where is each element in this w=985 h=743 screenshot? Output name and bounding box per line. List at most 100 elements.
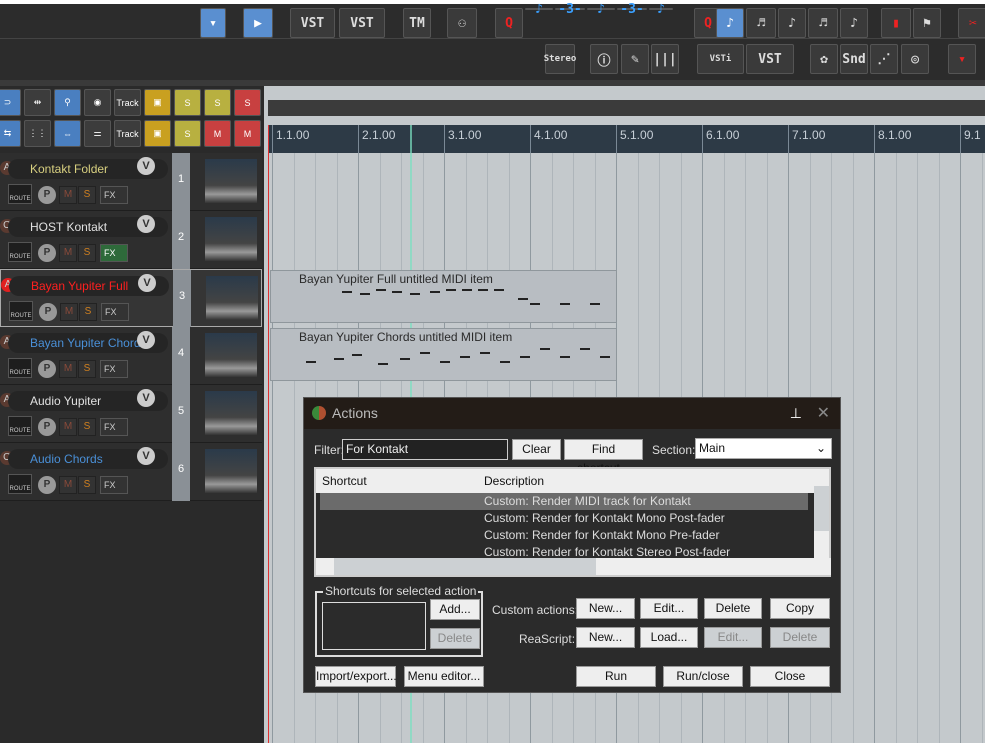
- fx-button[interactable]: FX: [100, 418, 128, 436]
- volume-knob[interactable]: V: [137, 331, 155, 349]
- solo-button[interactable]: S: [78, 476, 96, 494]
- column-description[interactable]: Description: [484, 474, 544, 488]
- track-row[interactable]: A Kontakt Folder V ROUTE P M S FX 1: [0, 153, 262, 211]
- custom-delete-button[interactable]: Delete: [704, 598, 762, 619]
- volume-knob[interactable]: V: [137, 157, 155, 175]
- solo-button[interactable]: S: [78, 186, 96, 204]
- custom-copy-button[interactable]: Copy: [770, 598, 830, 619]
- track-icon-image[interactable]: [205, 159, 257, 203]
- solo-button[interactable]: S: [78, 244, 96, 262]
- menu-editor-button[interactable]: Menu editor...: [404, 666, 484, 687]
- walk-icon[interactable]: ⚇: [447, 8, 477, 38]
- track-row[interactable]: O Audio Chords V ROUTE P M S FX 6: [0, 443, 262, 501]
- mute-button[interactable]: M: [59, 476, 77, 494]
- triplet-grid-icon[interactable]: ♬: [746, 8, 776, 38]
- import-export-button[interactable]: Import/export...: [315, 666, 397, 687]
- run-close-button[interactable]: Run/close: [663, 666, 743, 687]
- reascript-edit-button[interactable]: Edit...: [704, 627, 762, 648]
- pan-knob[interactable]: P: [38, 476, 56, 494]
- figure-icon[interactable]: ⚑: [913, 8, 941, 38]
- mute-button[interactable]: M: [60, 303, 78, 321]
- list-item[interactable]: Custom: Render for Kontakt Mono Pre-fade…: [320, 527, 808, 544]
- tcp-button[interactable]: ⇔: [54, 120, 81, 147]
- track-icon-image[interactable]: [205, 449, 257, 493]
- vsti-add-icon[interactable]: VSTi: [697, 44, 744, 74]
- run-button[interactable]: Run: [576, 666, 656, 687]
- tcp-button[interactable]: ⚲: [54, 89, 81, 116]
- close-icon[interactable]: ✕: [817, 398, 830, 429]
- chip-info-icon[interactable]: ⓘ: [590, 44, 618, 74]
- add-shortcut-button[interactable]: Add...: [430, 599, 480, 620]
- route-button[interactable]: ROUTE: [8, 358, 32, 378]
- track-row[interactable]: A Audio Yupiter V ROUTE P M S FX 5: [0, 385, 262, 443]
- route-button[interactable]: ROUTE: [8, 474, 32, 494]
- tcp-button[interactable]: ⋮⋮: [24, 120, 51, 147]
- snd-eye-icon[interactable]: Snd: [840, 44, 868, 74]
- track-row[interactable]: A Bayan Yupiter Chords V ROUTE P M S FX 4: [0, 327, 262, 385]
- note-grid-icon[interactable]: ♪: [716, 8, 744, 38]
- mute-button[interactable]: M: [59, 244, 77, 262]
- solo-button[interactable]: S: [78, 360, 96, 378]
- reascript-delete-button[interactable]: Delete: [770, 627, 830, 648]
- fx-button[interactable]: FX: [101, 303, 129, 321]
- track-row[interactable]: A Bayan Yupiter Full V ROUTE P M S FX 3: [0, 269, 262, 328]
- midi-item[interactable]: Bayan Yupiter Chords untitled MIDI item: [270, 328, 617, 381]
- note-eighth-icon[interactable]: ♪: [587, 2, 615, 17]
- tcp-button[interactable]: Track: [114, 89, 141, 116]
- note-grid-icon[interactable]: ♪: [840, 8, 868, 38]
- meter-icon[interactable]: ▮: [881, 8, 911, 38]
- tcp-button[interactable]: S: [174, 89, 201, 116]
- pan-knob[interactable]: P: [38, 418, 56, 436]
- quantize-icon[interactable]: Q: [495, 8, 523, 38]
- nodes-icon[interactable]: ⋰: [870, 44, 898, 74]
- shortcuts-box[interactable]: [322, 602, 426, 650]
- track-icon-image[interactable]: [206, 276, 258, 320]
- tcp-button[interactable]: ⇹: [24, 89, 51, 116]
- volume-knob[interactable]: V: [137, 215, 155, 233]
- tcp-button[interactable]: ◉: [84, 89, 111, 116]
- tm-icon[interactable]: TM: [403, 8, 431, 38]
- pan-knob[interactable]: P: [38, 186, 56, 204]
- stereo-icon[interactable]: Stereo: [544, 44, 576, 74]
- list-item[interactable]: Custom: Render MIDI track for Kontakt: [320, 493, 808, 510]
- note-grid-icon[interactable]: ♪: [778, 8, 806, 38]
- track-icon-image[interactable]: [205, 217, 257, 261]
- list-item[interactable]: Custom: Render for Kontakt Mono Post-fad…: [320, 510, 808, 527]
- mute-button[interactable]: M: [59, 186, 77, 204]
- dialog-titlebar[interactable]: Actions ⊥ ✕: [304, 398, 840, 429]
- vertical-scrollbar[interactable]: [814, 469, 829, 561]
- note-eighth-icon[interactable]: ♪: [525, 2, 553, 17]
- clapper-icon[interactable]: ▶: [243, 8, 273, 38]
- tcp-button[interactable]: M: [204, 120, 231, 147]
- reascript-new-button[interactable]: New...: [576, 627, 635, 648]
- timeline-ruler[interactable]: 1.1.00 2.1.00 3.1.00 4.1.00 5.1.00 6.1.00 7.1.…: [268, 125, 985, 153]
- custom-new-button[interactable]: New...: [576, 598, 635, 619]
- route-button[interactable]: ROUTE: [8, 416, 32, 436]
- solo-button[interactable]: S: [79, 303, 97, 321]
- quill-icon[interactable]: ✎: [621, 44, 649, 74]
- tcp-button[interactable]: M: [234, 120, 261, 147]
- tcp-button[interactable]: ⇆: [0, 120, 21, 147]
- custom-edit-button[interactable]: Edit...: [640, 598, 698, 619]
- vst-icon[interactable]: VST: [290, 8, 335, 38]
- reascript-load-button[interactable]: Load...: [640, 627, 698, 648]
- route-button[interactable]: ROUTE: [8, 184, 32, 204]
- ring-icon[interactable]: ◎: [901, 44, 929, 74]
- scissors-icon[interactable]: ✂: [958, 8, 985, 38]
- note-eighth-icon[interactable]: ♪: [649, 2, 673, 17]
- tcp-button[interactable]: ⚌: [84, 120, 111, 147]
- actions-list[interactable]: Shortcut Description Custom: Render MIDI…: [314, 467, 831, 577]
- fx-button[interactable]: FX: [100, 360, 128, 378]
- solo-button[interactable]: S: [78, 418, 96, 436]
- tcp-button[interactable]: S: [174, 120, 201, 147]
- triplet-grid-icon[interactable]: ♬: [808, 8, 838, 38]
- route-button[interactable]: ROUTE: [9, 301, 33, 321]
- mute-button[interactable]: M: [59, 360, 77, 378]
- midi-item[interactable]: Bayan Yupiter Full untitled MIDI item: [270, 270, 617, 323]
- track-row[interactable]: O HOST Kontakt V ROUTE P M S FX 2: [0, 211, 262, 269]
- route-button[interactable]: ROUTE: [8, 242, 32, 262]
- fx-button[interactable]: FX: [100, 244, 128, 262]
- triplet-icon[interactable]: -3-: [555, 2, 585, 17]
- track-icon-image[interactable]: [205, 333, 257, 377]
- volume-knob[interactable]: V: [137, 447, 155, 465]
